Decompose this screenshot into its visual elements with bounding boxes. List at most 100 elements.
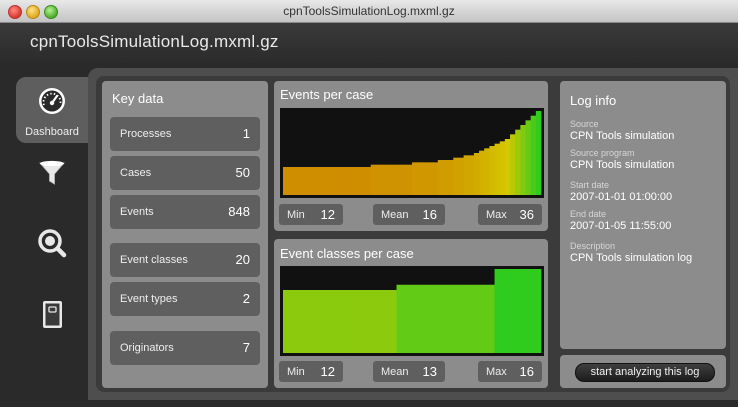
chart-bar bbox=[417, 162, 423, 195]
chart-bar bbox=[412, 284, 418, 353]
key-data-row-event-types[interactable]: Event types 2 bbox=[110, 282, 260, 316]
key-data-row-event-classes[interactable]: Event classes 20 bbox=[110, 243, 260, 277]
chart-bar bbox=[293, 290, 299, 353]
sidebar-item-inspect[interactable] bbox=[16, 219, 88, 285]
filter-funnel-icon bbox=[39, 160, 65, 185]
chart-bar bbox=[319, 167, 325, 195]
chart-bar bbox=[473, 153, 480, 195]
chart-bar bbox=[401, 164, 408, 195]
key-data-row-originators[interactable]: Originators 7 bbox=[110, 331, 260, 365]
chart-bar bbox=[479, 284, 485, 353]
sidebar-item-notebook[interactable] bbox=[16, 290, 88, 356]
chart-bar bbox=[365, 290, 372, 353]
stat-label: Min bbox=[287, 366, 305, 378]
event-classes-per-case-title: Event classes per case bbox=[280, 246, 414, 261]
key-data-row-processes[interactable]: Processes 1 bbox=[110, 117, 260, 151]
chart-bar bbox=[406, 284, 413, 353]
chart-bar bbox=[303, 290, 310, 353]
chart-bar bbox=[334, 290, 341, 353]
sidebar: Dashboard bbox=[16, 77, 88, 397]
log-info-title: Log info bbox=[570, 93, 617, 108]
chart-bar bbox=[308, 167, 315, 195]
chart-bar bbox=[463, 155, 470, 195]
chart-bar bbox=[442, 160, 449, 195]
log-info-panel: Log info Source CPN Tools simulation Sou… bbox=[560, 81, 726, 349]
chart-bar bbox=[396, 284, 403, 353]
chart-bar bbox=[334, 167, 341, 195]
chart-bar bbox=[370, 164, 377, 195]
key-data-title: Key data bbox=[112, 91, 164, 106]
magnifier-icon bbox=[38, 229, 67, 258]
chart-bar bbox=[427, 284, 434, 353]
key-data-row-events[interactable]: Events 848 bbox=[110, 195, 260, 229]
chart-bar bbox=[283, 290, 289, 353]
chart-bar bbox=[489, 146, 495, 195]
source-label: Source bbox=[570, 119, 599, 129]
chart-bar bbox=[468, 155, 475, 195]
start-analyzing-button[interactable]: start analyzing this log bbox=[575, 363, 715, 382]
key-data-label: Events bbox=[120, 206, 154, 218]
chart-bar bbox=[484, 148, 490, 195]
chart-bar bbox=[350, 290, 356, 353]
chart-bar bbox=[530, 269, 537, 353]
source-program-label: Source program bbox=[570, 148, 635, 158]
chart-bar bbox=[375, 290, 382, 353]
chart-bar bbox=[432, 162, 439, 195]
chart-bar bbox=[530, 115, 537, 195]
stat-value: 16 bbox=[422, 207, 437, 222]
chart-bar bbox=[319, 290, 325, 353]
chart-bar bbox=[298, 290, 305, 353]
log-title: cpnToolsSimulationLog.mxml.gz bbox=[30, 32, 279, 51]
events-per-case-panel: Events per case Min 12 Mean 16 Max 36 bbox=[274, 81, 548, 231]
stat-label: Mean bbox=[381, 366, 409, 378]
chart-bar bbox=[339, 167, 346, 195]
key-data-label: Event types bbox=[120, 293, 178, 305]
chart-bar bbox=[308, 290, 315, 353]
stat-value: 36 bbox=[519, 207, 534, 222]
chart-bar bbox=[499, 141, 506, 195]
chart-bar bbox=[381, 290, 387, 353]
log-info-fields: Source CPN Tools simulation Source progr… bbox=[570, 113, 720, 264]
event-classes-per-case-panel: Event classes per case Min 12 Mean 13 Ma… bbox=[274, 239, 548, 388]
stat-label: Mean bbox=[381, 209, 409, 221]
chart-bar bbox=[303, 167, 310, 195]
chart-bar bbox=[396, 164, 403, 195]
chart-bar bbox=[365, 167, 372, 195]
key-data-row-cases[interactable]: Cases 50 bbox=[110, 156, 260, 190]
event-classes-per-case-chart bbox=[280, 266, 544, 356]
chart-bar bbox=[448, 160, 454, 195]
stat-label: Max bbox=[486, 209, 507, 221]
chart-bar bbox=[324, 290, 330, 353]
chart-bar bbox=[473, 284, 480, 353]
dashboard-gauge-icon bbox=[39, 88, 65, 114]
chart-bar bbox=[401, 284, 408, 353]
notebook-icon bbox=[43, 301, 62, 328]
chart-bar bbox=[468, 284, 475, 353]
chart-bar bbox=[355, 290, 361, 353]
start-date-label: Start date bbox=[570, 180, 610, 190]
stat-value: 13 bbox=[422, 364, 437, 379]
chart-bar bbox=[283, 167, 289, 195]
source-value: CPN Tools simulation bbox=[570, 130, 675, 142]
chart-bar bbox=[442, 284, 449, 353]
chart-bar bbox=[515, 129, 521, 195]
title-bar: cpnToolsSimulationLog.mxml.gz bbox=[0, 0, 738, 23]
stat-label: Max bbox=[486, 366, 507, 378]
chart-bar bbox=[510, 134, 516, 195]
chart-bar bbox=[386, 290, 392, 353]
sidebar-item-dashboard[interactable]: Dashboard bbox=[16, 77, 88, 143]
chart-bar bbox=[525, 269, 532, 353]
chart-bar bbox=[329, 167, 335, 195]
sidebar-item-filter[interactable] bbox=[16, 149, 88, 215]
chart-bar bbox=[525, 120, 532, 195]
chart-bar bbox=[458, 284, 464, 353]
app-header: cpnToolsSimulationLog.mxml.gz bbox=[0, 23, 738, 63]
events-mean-box: Mean 16 bbox=[373, 204, 445, 225]
chart-bar bbox=[391, 164, 397, 195]
chart-bar bbox=[479, 150, 485, 195]
key-data-value: 2 bbox=[242, 291, 250, 306]
chart-bar bbox=[370, 290, 377, 353]
chart-bar bbox=[520, 269, 526, 353]
chart-bar bbox=[515, 269, 521, 353]
start-date-value: 2007-01-01 01:00:00 bbox=[570, 191, 673, 203]
